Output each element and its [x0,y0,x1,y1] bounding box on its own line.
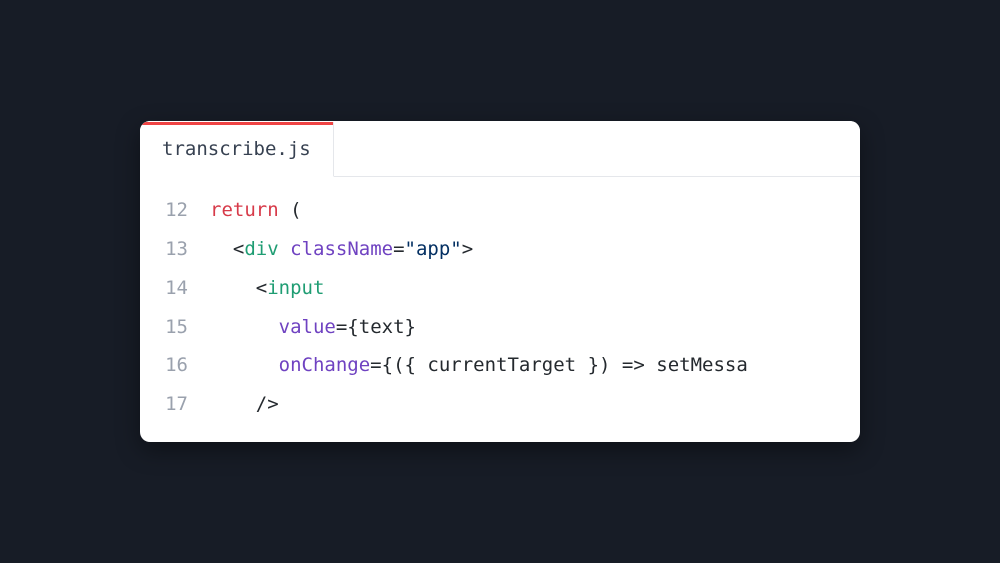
line-number: 12 [140,191,210,230]
code-line: 17 /> [140,385,860,424]
line-number: 17 [140,385,210,424]
code-content: <div className="app"> [210,230,473,269]
code-content: <input [210,269,324,308]
code-line: 13 <div className="app"> [140,230,860,269]
line-number: 16 [140,346,210,385]
code-line: 15 value={text} [140,308,860,347]
editor-window: transcribe.js 12return (13 <div classNam… [140,121,860,443]
code-content: return ( [210,191,302,230]
line-number: 13 [140,230,210,269]
tab-filename: transcribe.js [162,138,311,160]
code-line: 14 <input [140,269,860,308]
line-number: 15 [140,308,210,347]
code-line: 16 onChange={({ currentTarget }) => setM… [140,346,860,385]
code-content: /> [210,385,279,424]
tab-transcribe-js[interactable]: transcribe.js [140,122,334,177]
code-content: onChange={({ currentTarget }) => setMess… [210,346,748,385]
code-content: value={text} [210,308,416,347]
tab-bar: transcribe.js [140,121,860,177]
code-line: 12return ( [140,191,860,230]
line-number: 14 [140,269,210,308]
code-area[interactable]: 12return (13 <div className="app">14 <in… [140,177,860,443]
